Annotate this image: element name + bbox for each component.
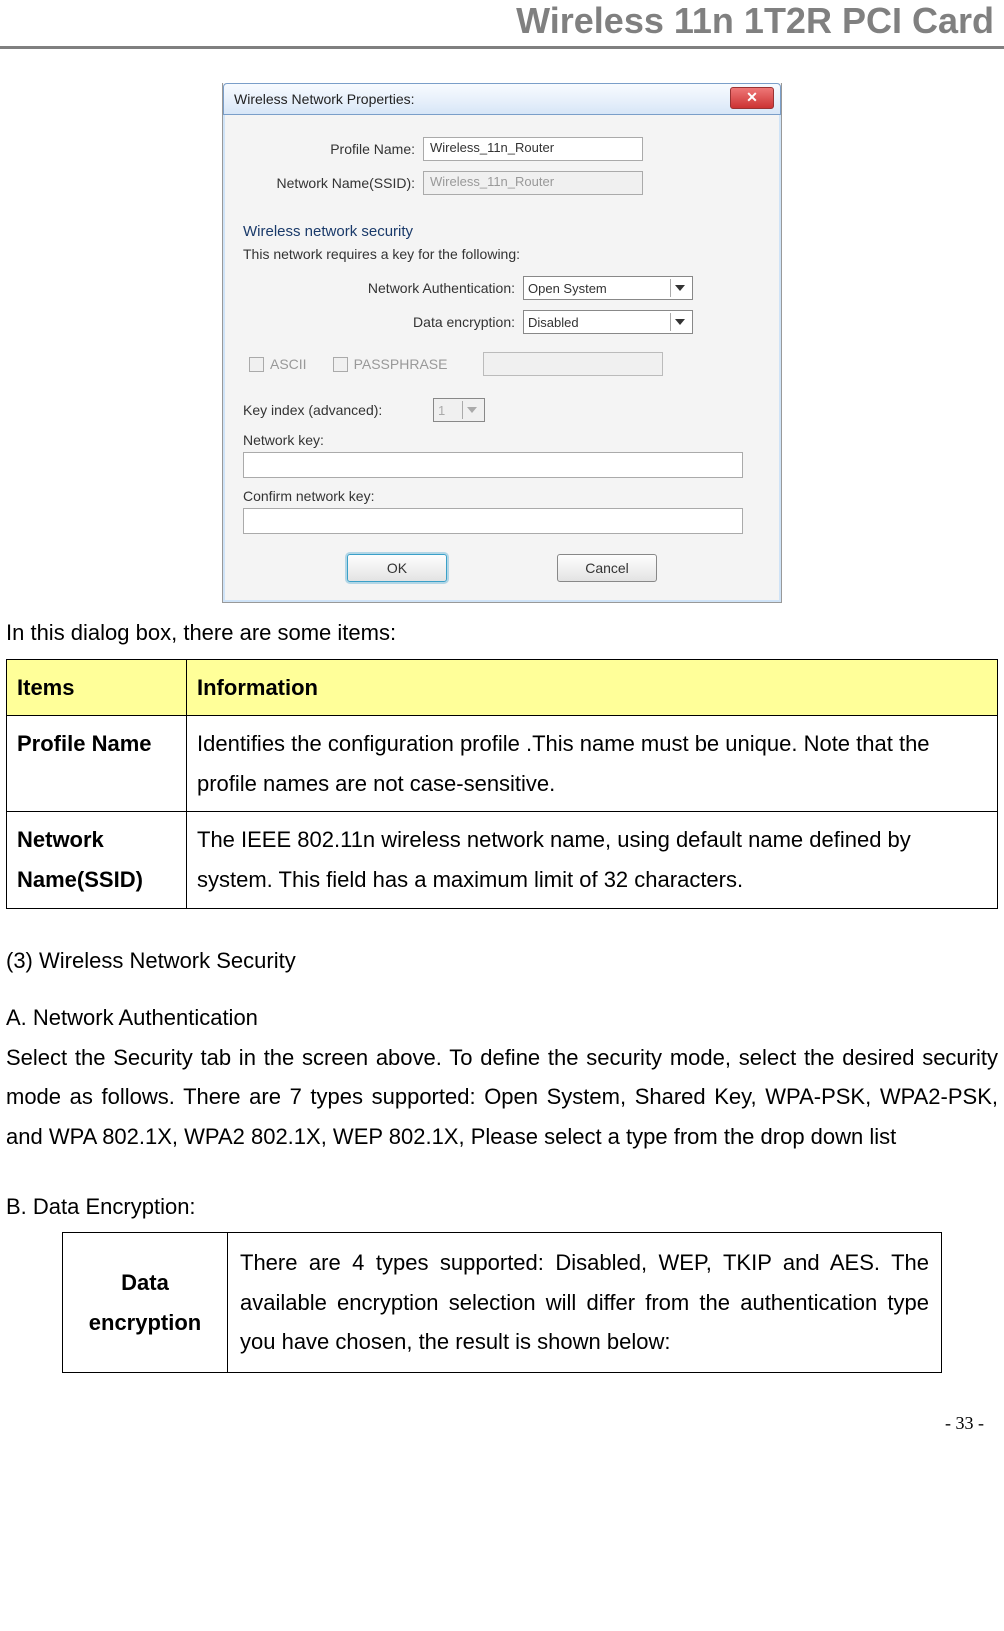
security-group-title: Wireless network security [243,223,761,240]
keyindex-select: 1 [433,398,485,422]
confirm-label: Confirm network key: [243,488,761,504]
info-cell: Identifies the configuration profile .Th… [187,716,998,812]
auth-select[interactable]: Open System [523,276,693,300]
ssid-field: Wireless_11n_Router [423,171,643,195]
encryption-table: Data encryption There are 4 types suppor… [62,1232,942,1373]
checkbox-icon [333,357,348,372]
table-row: Network Name(SSID) The IEEE 802.11n wire… [7,812,998,908]
info-cell: There are 4 types supported: Disabled, W… [228,1233,942,1373]
items-header: Items [7,659,187,716]
info-header: Information [187,659,998,716]
auth-value: Open System [528,281,607,296]
confirm-field[interactable] [243,508,743,534]
chevron-down-icon [670,279,688,297]
page-header: Wireless 11n 1T2R PCI Card [0,0,1004,49]
ssid-label: Network Name(SSID): [243,175,423,191]
info-cell: The IEEE 802.11n wireless network name, … [187,812,998,908]
enc-label: Data encryption: [243,314,523,330]
close-button[interactable]: ✕ [730,87,774,109]
keyindex-label: Key index (advanced): [243,402,433,418]
item-cell: Profile Name [7,716,187,812]
security-group-desc: This network requires a key for the foll… [243,246,761,262]
passphrase-label: PASSPHRASE [354,356,448,372]
wireless-properties-dialog: Wireless Network Properties: ✕ Profile N… [222,83,782,603]
intro-line: In this dialog box, there are some items… [6,613,998,653]
netkey-field[interactable] [243,452,743,478]
table-row: Data encryption There are 4 types suppor… [63,1233,942,1373]
ascii-label: ASCII [270,356,307,372]
cancel-button[interactable]: Cancel [557,554,657,582]
enc-value: Disabled [528,315,579,330]
dialog-titlebar: Wireless Network Properties: ✕ [223,83,781,115]
page-title: Wireless 11n 1T2R PCI Card [0,0,994,42]
item-cell: Data encryption [63,1233,228,1373]
profile-name-field[interactable]: Wireless_11n_Router [423,137,643,161]
ok-button[interactable]: OK [347,554,447,582]
auth-label: Network Authentication: [243,280,523,296]
page-number: - 33 - [0,1373,1004,1434]
section-a-body: Select the Security tab in the screen ab… [6,1038,998,1157]
items-table: Items Information Profile Name Identifie… [6,659,998,909]
section-b-title: B. Data Encryption: [6,1187,998,1227]
keyindex-value: 1 [438,403,445,418]
section-a-title: A. Network Authentication [6,998,998,1038]
close-icon: ✕ [746,89,758,105]
ascii-checkbox: ASCII [249,356,307,372]
passphrase-checkbox: PASSPHRASE [333,356,448,372]
chevron-down-icon [670,313,688,331]
table-row: Profile Name Identifies the configuratio… [7,716,998,812]
enc-select[interactable]: Disabled [523,310,693,334]
item-cell: Network Name(SSID) [7,812,187,908]
dialog-figure: Wireless Network Properties: ✕ Profile N… [0,49,1004,613]
netkey-label: Network key: [243,432,761,448]
profile-name-label: Profile Name: [243,141,423,157]
checkbox-icon [249,357,264,372]
dialog-title: Wireless Network Properties: [234,91,415,107]
passphrase-field [483,352,663,376]
dialog-body: Profile Name: Wireless_11n_Router Networ… [223,115,781,602]
section-3-title: (3) Wireless Network Security [6,941,998,981]
chevron-down-icon [462,401,480,419]
